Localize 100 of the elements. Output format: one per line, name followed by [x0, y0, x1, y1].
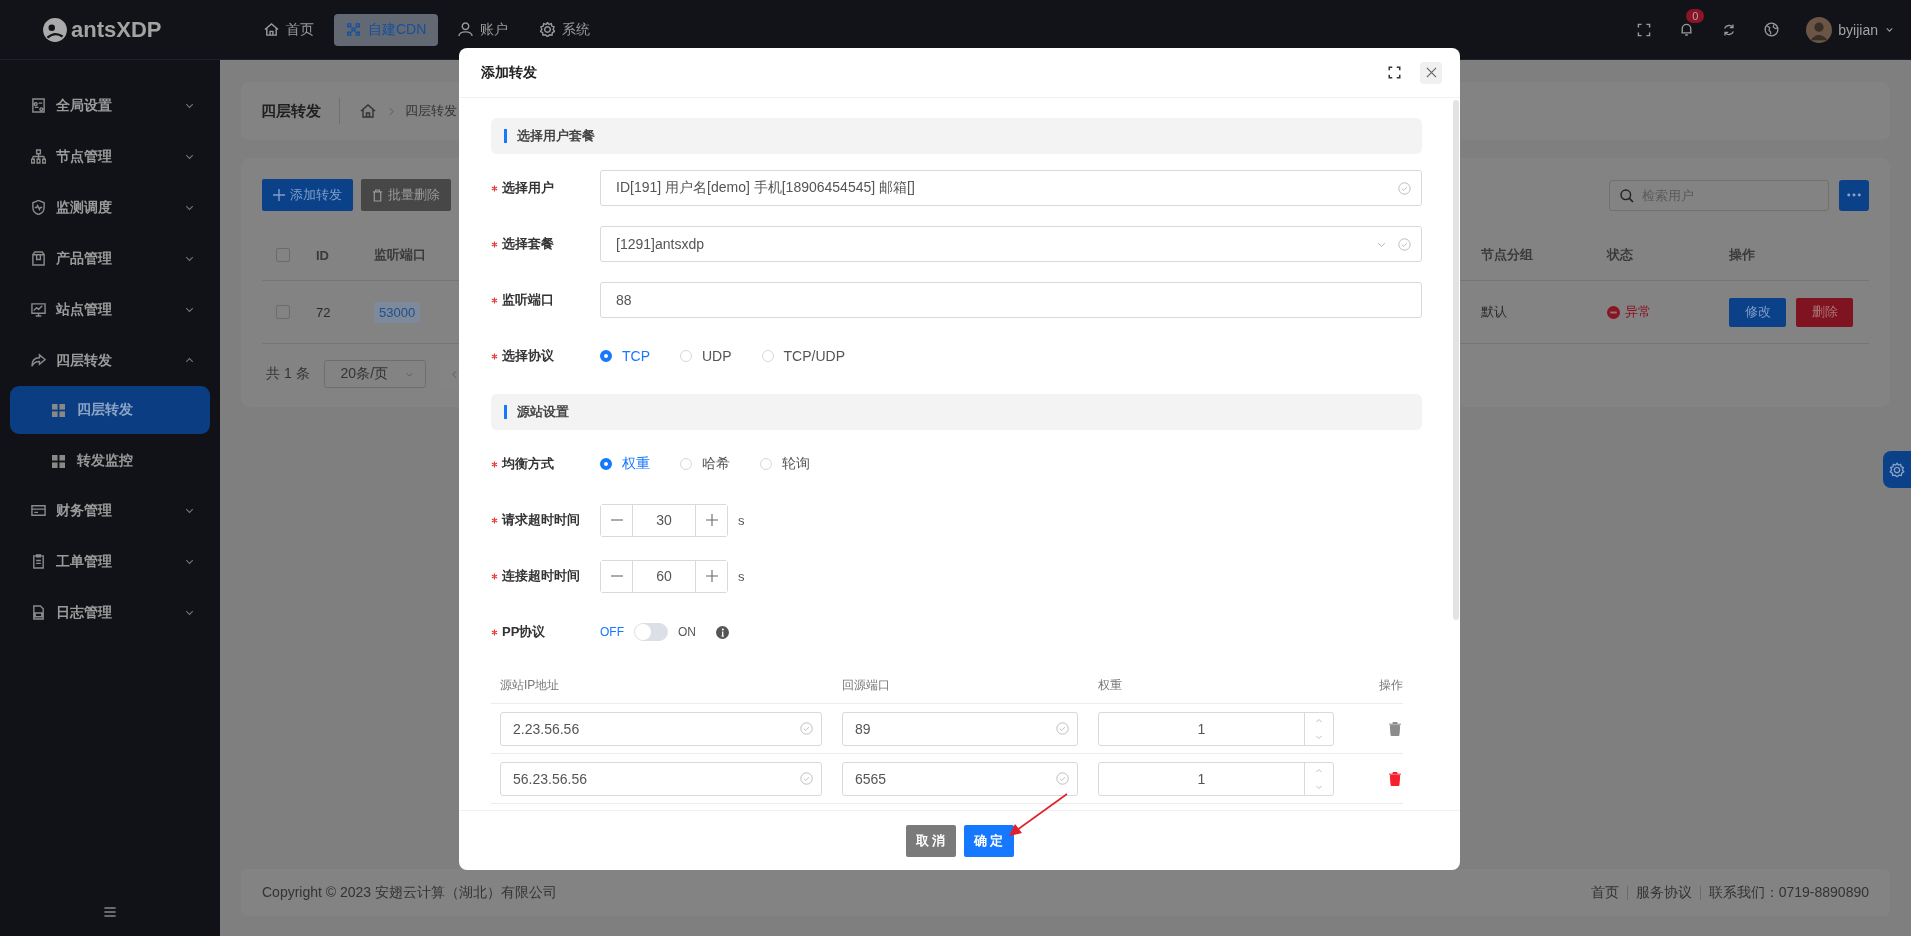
ant-logo-icon [42, 16, 68, 43]
plus-icon [705, 570, 718, 582]
sidebar-item[interactable]: 监测调度 [0, 182, 220, 233]
sidebar-item[interactable]: 四层转发 [0, 335, 220, 386]
checkbox[interactable] [276, 305, 290, 319]
field-label: 选择协议 [502, 347, 554, 365]
cancel-button[interactable]: 取 消 [905, 824, 956, 857]
column-header: 操作 [1378, 677, 1403, 694]
nav-tab[interactable]: 首页 [252, 13, 326, 46]
number-stepper[interactable]: 60 [600, 559, 728, 593]
radio-option[interactable]: 轮询 [760, 455, 810, 473]
shield-icon [31, 200, 46, 215]
nodes-icon [346, 22, 361, 37]
radio-option[interactable]: UDP [680, 348, 732, 364]
check-circle-icon [1056, 772, 1069, 785]
error-icon [1607, 305, 1620, 319]
sidebar-item[interactable]: 节点管理 [0, 131, 220, 182]
radio-option[interactable]: 权重 [600, 455, 650, 473]
number-stepper[interactable]: 30 [600, 503, 728, 537]
menu-icon[interactable] [102, 904, 118, 920]
sidebar-item[interactable]: 全局设置 [0, 80, 220, 131]
scrollbar[interactable] [1453, 100, 1459, 620]
sidebar-item[interactable]: 日志管理 [0, 587, 220, 638]
checkbox[interactable] [276, 248, 290, 262]
port-input[interactable]: 6565 [842, 761, 1078, 796]
port-input[interactable]: 89 [842, 711, 1078, 746]
input-field[interactable]: 88 [600, 282, 1422, 318]
field-label: 监听端口 [502, 291, 554, 309]
field-label: PP协议 [502, 623, 546, 641]
sidebar-subitem[interactable]: 转发监控 [10, 437, 210, 485]
share-icon [31, 353, 46, 368]
page-size-select[interactable]: 20条/页 [323, 360, 427, 388]
check-circle-icon [1398, 237, 1411, 251]
more-icon [1847, 193, 1861, 197]
copyright-text: Copyright © 2023 安翅云计算（湖北）有限公司 [262, 883, 558, 902]
total-count: 共 1 条 [266, 365, 310, 383]
trash-icon[interactable] [1389, 721, 1401, 736]
footer-link[interactable]: 首页 [1590, 883, 1619, 902]
nav-tab[interactable]: 账户 [446, 13, 521, 46]
footer-link[interactable]: 联系我们：0719-8890890 [1708, 883, 1869, 902]
add-button[interactable]: 添加转发 [262, 179, 353, 211]
sidebar-subitem[interactable]: 四层转发 [10, 386, 210, 434]
user-icon [458, 22, 474, 37]
page-title: 四层转发 [261, 101, 321, 121]
column-header: 监听端口 [374, 246, 427, 264]
home-icon [264, 22, 279, 37]
more-button[interactable] [1839, 179, 1869, 211]
info-icon[interactable] [716, 625, 729, 639]
port-tag: 53000 [374, 302, 421, 323]
radio-option[interactable]: TCP [600, 348, 650, 364]
avatar-icon[interactable] [1806, 16, 1833, 43]
annotation-arrow [1009, 793, 1068, 836]
radio-button[interactable] [600, 350, 612, 362]
select-field[interactable]: [1291]antsxdp [600, 226, 1422, 262]
radio-option[interactable]: TCP/UDP [761, 348, 845, 364]
footer-link[interactable]: 服务协议 [1635, 883, 1692, 902]
sidebar-item[interactable]: 工单管理 [0, 536, 220, 587]
user-name[interactable]: byijian [1838, 21, 1878, 38]
batch-delete-button[interactable]: 批量删除 [361, 179, 451, 211]
breadcrumb-link[interactable]: 四层转发 [405, 102, 457, 120]
column-header: 权重 [1098, 677, 1123, 694]
field-label: 均衡方式 [502, 455, 554, 473]
fullscreen-icon[interactable] [1387, 65, 1402, 80]
grid-icon [52, 454, 65, 468]
home-icon[interactable] [358, 101, 378, 121]
check-circle-icon [800, 772, 813, 785]
plus-icon [705, 514, 718, 526]
check-circle-icon [800, 722, 813, 735]
nav-tab[interactable]: 系统 [528, 13, 603, 46]
card-icon [31, 503, 46, 518]
settings-icon [1888, 460, 1906, 479]
globe-icon[interactable] [1763, 21, 1781, 38]
settings-button[interactable] [1883, 451, 1911, 488]
notification-badge: 0 [1686, 9, 1705, 23]
unit-text: s [738, 512, 745, 528]
check-circle-icon [1398, 181, 1411, 195]
ip-input[interactable]: 2.23.56.56 [500, 711, 822, 746]
dialog-title: 添加转发 [481, 63, 537, 82]
box-icon [31, 251, 46, 266]
section-header: 源站设置 [491, 394, 1422, 430]
confirm-button[interactable]: 确 定 [963, 824, 1014, 857]
close-button[interactable] [1420, 61, 1442, 84]
panel-icon [31, 98, 46, 113]
trash-icon[interactable] [1389, 771, 1401, 786]
column-header: 状态 [1607, 246, 1634, 264]
input-field[interactable]: ID[191] 用户名[demo] 手机[18906454545] 邮箱[] [600, 170, 1422, 206]
toggle-switch[interactable] [634, 623, 668, 641]
radio-button[interactable] [600, 458, 612, 470]
edit-button[interactable]: 修改 [1729, 297, 1786, 327]
close-icon [1425, 67, 1437, 78]
sidebar-item[interactable]: 财务管理 [0, 485, 220, 536]
ip-input[interactable]: 56.23.56.56 [500, 761, 822, 796]
field-label: 选择套餐 [502, 235, 554, 253]
check-circle-icon [1056, 722, 1069, 735]
sidebar-item[interactable]: 产品管理 [0, 233, 220, 284]
column-header: 源站IP地址 [500, 677, 561, 694]
table-cell-text: 72 [316, 304, 332, 320]
radio-option[interactable]: 哈希 [680, 455, 730, 473]
fullscreen-icon[interactable] [1636, 21, 1653, 38]
sidebar-item[interactable]: 站点管理 [0, 284, 220, 335]
